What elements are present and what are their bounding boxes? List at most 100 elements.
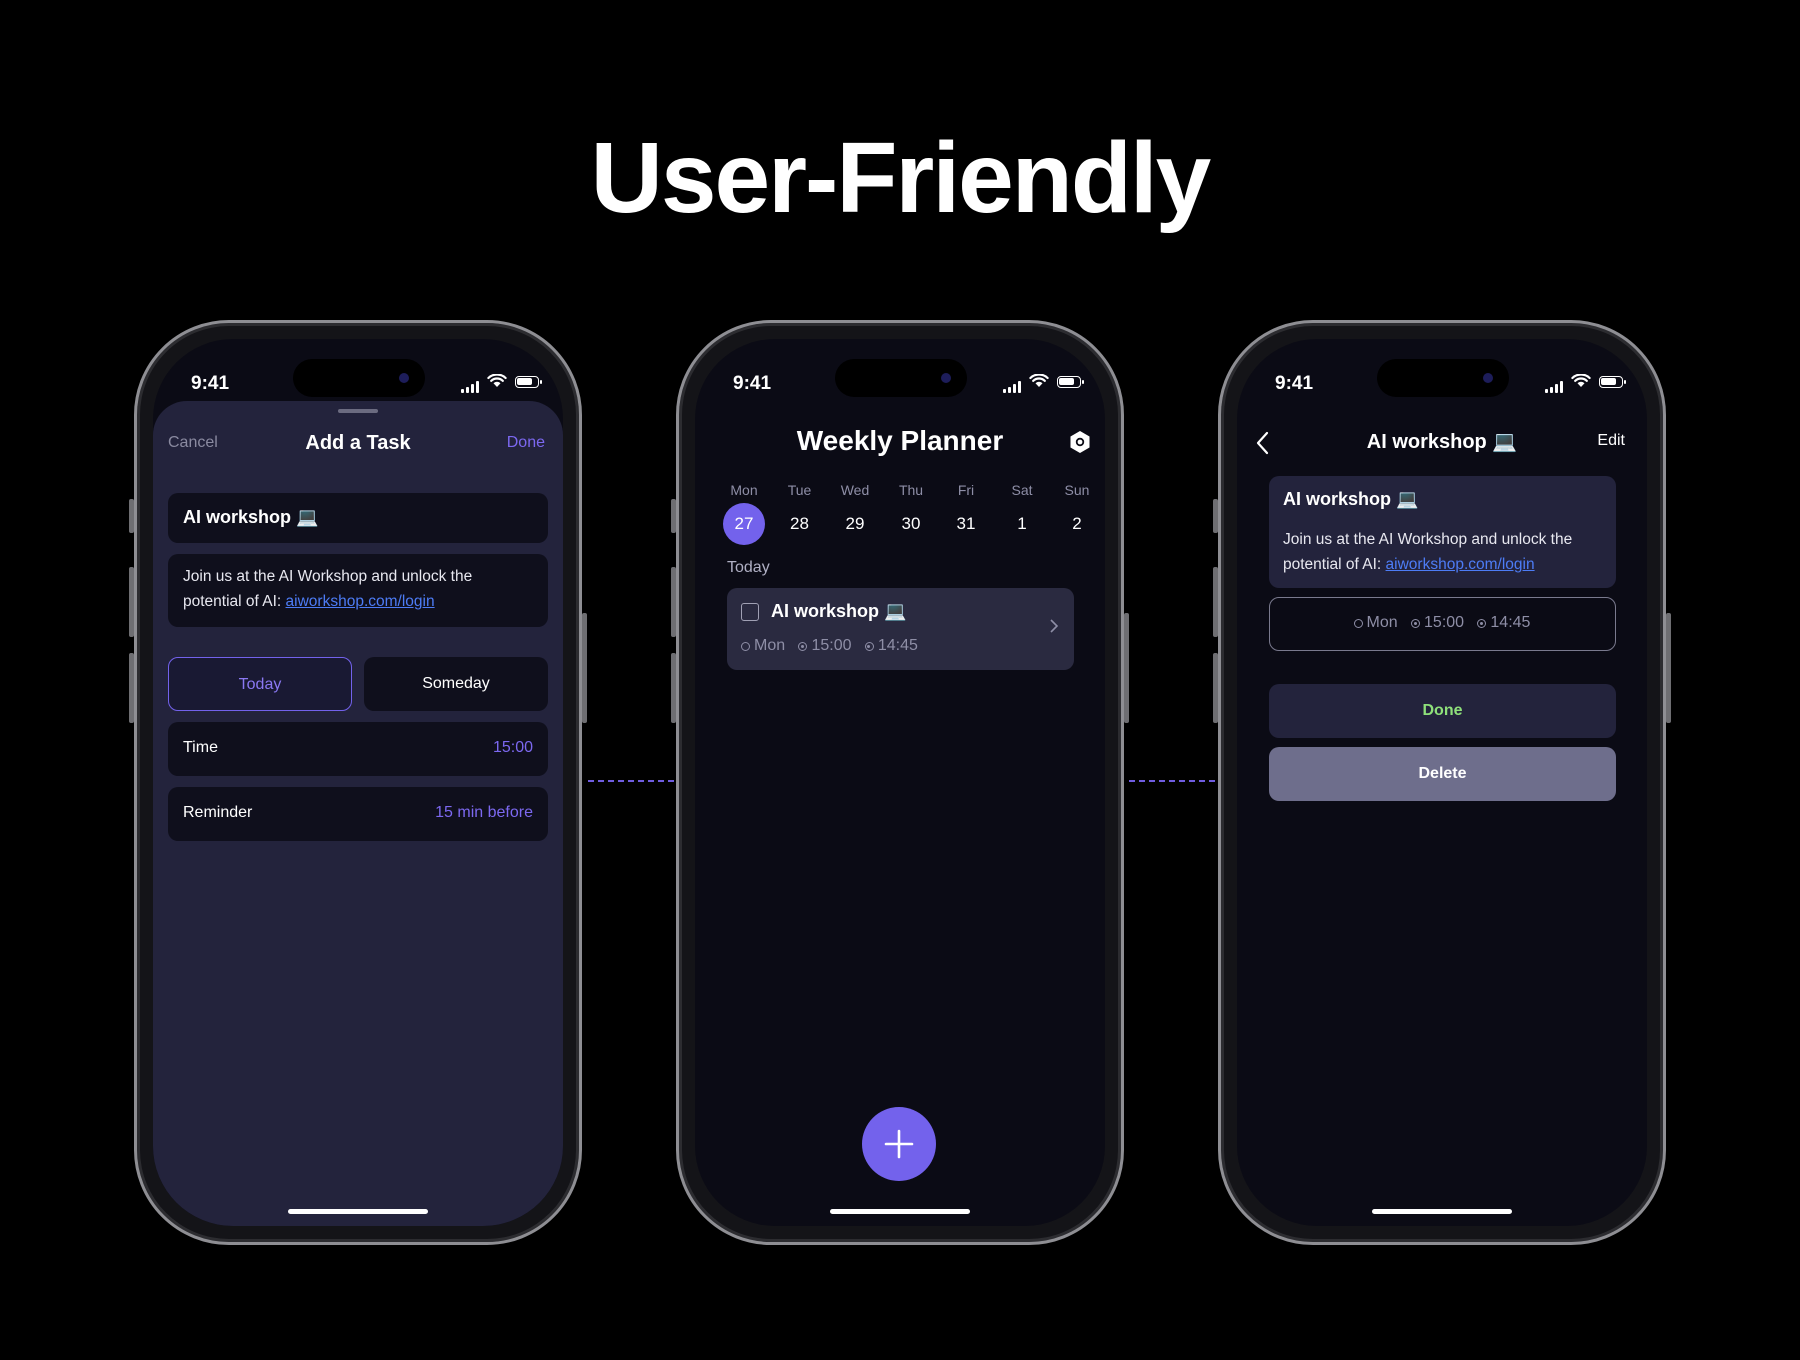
power-button: [1124, 613, 1129, 723]
wifi-icon: [1029, 374, 1049, 387]
day-2[interactable]: 2: [1056, 503, 1098, 545]
segment-someday[interactable]: Someday: [364, 657, 548, 711]
done-button[interactable]: Done: [507, 434, 545, 452]
home-indicator: [830, 1209, 970, 1214]
wifi-icon: [1571, 374, 1591, 387]
status-bar: 9:41: [1237, 339, 1647, 399]
clock-icon: [798, 642, 808, 651]
task-description: Join us at the AI Workshop and unlock th…: [1283, 531, 1573, 573]
add-task-button[interactable]: [862, 1107, 936, 1181]
reminder-label: Reminder: [183, 804, 253, 821]
battery-icon: [1599, 376, 1626, 388]
day-29[interactable]: 29: [834, 503, 876, 545]
delete-button[interactable]: Delete: [1269, 747, 1616, 801]
action-button: [1213, 499, 1218, 533]
task-title: AI workshop 💻: [771, 601, 907, 621]
task-description-field[interactable]: Join us at the AI Workshop and unlock th…: [168, 554, 548, 627]
settings-gear-icon[interactable]: [1068, 430, 1092, 454]
segment-today[interactable]: Today: [168, 657, 352, 711]
status-time: 9:41: [191, 373, 230, 394]
dynamic-island: [1377, 359, 1509, 397]
dow-label: Sun: [1064, 482, 1090, 498]
chevron-right-icon: [1050, 619, 1059, 633]
dow-label: Wed: [840, 482, 870, 498]
power-button: [1666, 613, 1671, 723]
volume-down-button: [671, 653, 676, 723]
card-title: AI workshop 💻: [1283, 489, 1419, 509]
phone-weekly-planner: 9:41 Weekly Planner Mon Tue Wed Thu Fri …: [671, 320, 1129, 1245]
screen: 9:41 Weekly Planner Mon Tue Wed Thu Fri …: [695, 339, 1105, 1226]
alarm-icon: [864, 642, 874, 651]
headline: User-Friendly: [590, 122, 1212, 234]
wifi-icon: [487, 374, 507, 387]
task-meta-box: Mon 15:00 14:45: [1269, 597, 1616, 651]
sheet-grabber[interactable]: [338, 409, 378, 413]
day-30[interactable]: 30: [890, 503, 932, 545]
camera-dot: [1483, 373, 1493, 383]
dow-label: Sat: [1011, 482, 1033, 498]
signal-icon: [1001, 375, 1021, 393]
phone-task-detail: 9:41 AI workshop 💻 Edit AI workshop 💻 Jo…: [1213, 320, 1671, 1245]
status-bar: 9:41: [695, 339, 1105, 399]
clock-icon: [1411, 619, 1421, 628]
day-28[interactable]: 28: [779, 503, 821, 545]
day-1[interactable]: 1: [1001, 503, 1043, 545]
sheet-title: Add a Task: [305, 432, 411, 454]
task-title-field[interactable]: AI workshop 💻: [168, 493, 548, 543]
connector-line-left: [588, 780, 674, 782]
page-title: AI workshop 💻: [1366, 431, 1518, 453]
status-bar: 9:41: [153, 339, 563, 399]
task-info-card: AI workshop 💻 Join us at the AI Workshop…: [1269, 476, 1616, 588]
task-description: Join us at the AI Workshop and unlock th…: [183, 568, 473, 610]
alarm-icon: [1477, 619, 1487, 628]
dynamic-island: [293, 359, 425, 397]
task-meta: Mon 15:00 14:45: [1270, 614, 1614, 632]
power-button: [582, 613, 587, 723]
battery-icon: [1057, 376, 1084, 388]
time-value: 15:00: [492, 739, 533, 756]
dow-label: Fri: [957, 482, 975, 498]
home-indicator: [1372, 1209, 1512, 1214]
task-card[interactable]: AI workshop 💻 Mon 15:00 14:45: [727, 588, 1074, 670]
battery-icon: [515, 376, 542, 388]
plus-icon: [884, 1129, 914, 1159]
description-link[interactable]: aiworkshop.com/login: [286, 593, 435, 610]
action-button: [129, 499, 134, 533]
screen: 9:41 AI workshop 💻 Edit AI workshop 💻 Jo…: [1237, 339, 1647, 1226]
dow-label: Thu: [898, 482, 924, 498]
connector-line-right: [1129, 780, 1215, 782]
time-row[interactable]: Time 15:00: [168, 722, 548, 776]
description-link[interactable]: aiworkshop.com/login: [1386, 556, 1535, 573]
task-title-text: AI workshop 💻: [183, 507, 319, 527]
dynamic-island: [835, 359, 967, 397]
status-time: 9:41: [733, 373, 772, 394]
volume-down-button: [129, 653, 134, 723]
edit-button[interactable]: Edit: [1597, 432, 1625, 450]
action-button: [671, 499, 676, 533]
home-indicator: [288, 1209, 428, 1214]
volume-up-button: [671, 567, 676, 637]
reminder-value: 15 min before: [435, 804, 533, 821]
signal-icon: [1543, 375, 1563, 393]
calendar-icon: [1353, 619, 1363, 628]
day-27-selected[interactable]: 27: [723, 503, 765, 545]
task-checkbox[interactable]: [741, 603, 759, 621]
signal-icon: [459, 375, 479, 393]
reminder-row[interactable]: Reminder 15 min before: [168, 787, 548, 841]
phone-add-task: 9:41 Cancel Add a Task Done AI workshop …: [129, 320, 587, 1245]
day-31[interactable]: 31: [945, 503, 987, 545]
add-task-sheet: Cancel Add a Task Done AI workshop 💻 Joi…: [153, 401, 563, 1226]
volume-down-button: [1213, 653, 1218, 723]
task-meta: Mon 15:00 14:45: [741, 637, 918, 655]
camera-dot: [399, 373, 409, 383]
screen: 9:41 Cancel Add a Task Done AI workshop …: [153, 339, 563, 1226]
section-today: Today: [727, 559, 770, 576]
volume-up-button: [1213, 567, 1218, 637]
dow-label: Mon: [730, 482, 758, 498]
camera-dot: [941, 373, 951, 383]
status-time: 9:41: [1275, 373, 1314, 394]
dow-label: Tue: [787, 482, 812, 498]
done-button[interactable]: Done: [1269, 684, 1616, 738]
volume-up-button: [129, 567, 134, 637]
time-label: Time: [183, 739, 218, 756]
